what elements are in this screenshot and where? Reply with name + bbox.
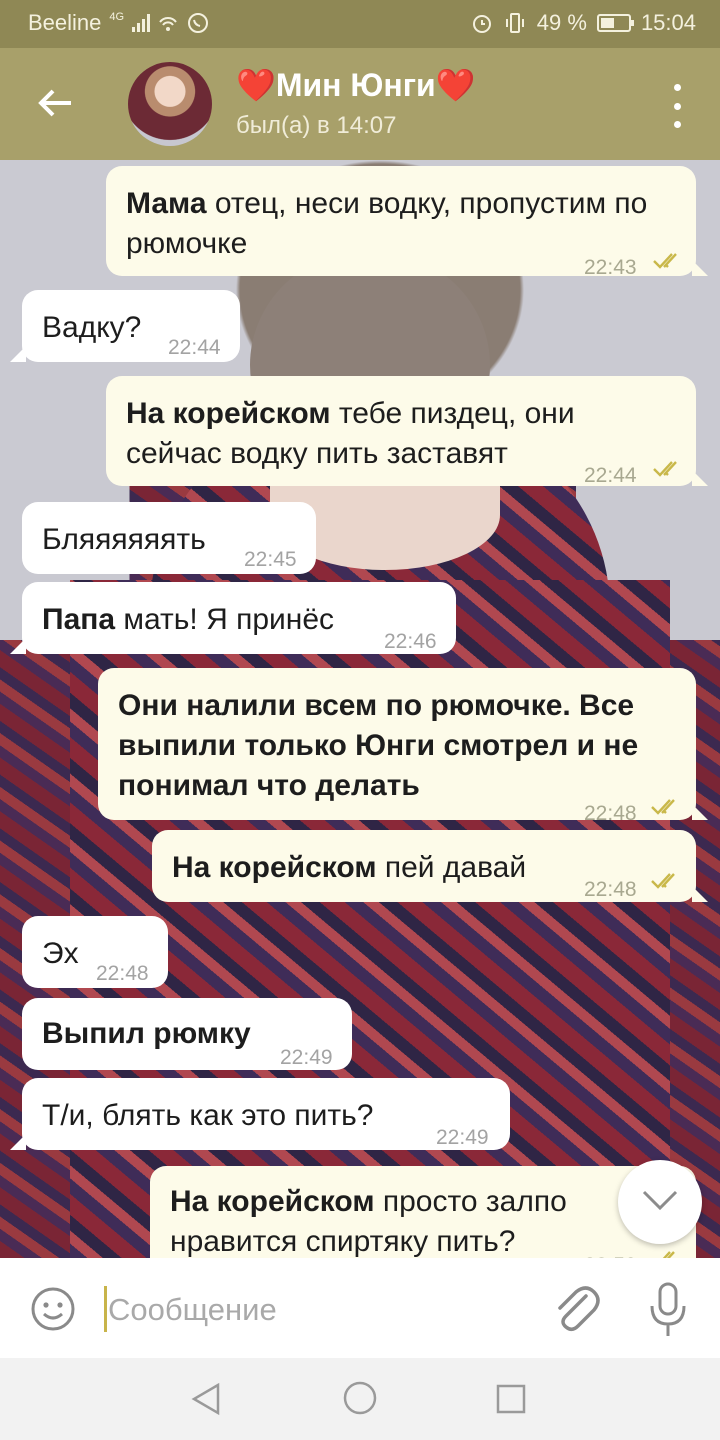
message-bubble-out[interactable]: На корейском просто залпо нравится спирт…	[150, 1166, 696, 1258]
battery-icon	[596, 14, 634, 32]
message-time: 22:43	[584, 256, 637, 279]
avatar[interactable]	[128, 62, 212, 146]
read-check-icon	[652, 460, 686, 478]
message-text: пей давай	[376, 851, 527, 884]
read-check-icon	[650, 872, 684, 890]
battery-percent: 49 %	[536, 10, 587, 35]
chat-area[interactable]: Мама отец, неси водку, пропустим по рюмо…	[0, 160, 720, 1258]
read-check-icon	[650, 1250, 684, 1258]
message-time: 22:48	[96, 962, 149, 985]
message-bold: На корейском	[172, 851, 377, 884]
nav-back-icon[interactable]	[190, 1382, 222, 1416]
whatsapp-icon	[188, 13, 209, 33]
bubble-tail	[10, 346, 26, 362]
message-bold: Они налили всем по рюмочке. Все выпили т…	[118, 689, 639, 802]
message-input-bar	[0, 1258, 720, 1358]
status-bar: Beeline 4G 49 % 15:04	[0, 0, 720, 48]
message-text: мать! Я принёс	[115, 603, 335, 636]
voice-button[interactable]	[646, 1282, 690, 1338]
message-bold: На корейском	[170, 1185, 375, 1218]
wifi-icon	[159, 17, 177, 31]
message-time: 22:48	[584, 878, 637, 901]
message-bold: Выпил рюмку	[42, 1017, 251, 1050]
text-cursor	[104, 1286, 107, 1332]
bubble-tail	[692, 804, 708, 820]
message-bubble-out[interactable]: Мама отец, неси водку, пропустим по рюмо…	[106, 166, 708, 279]
more-vert-icon[interactable]	[670, 84, 684, 128]
bubble-tail	[692, 886, 708, 902]
message-bold: Мама	[126, 187, 207, 220]
message-text: Вадку?	[42, 311, 142, 344]
chat-header: ❤️Мин Юнги❤️ был(а) в 14:07	[0, 48, 720, 160]
bubble-tail	[10, 1134, 26, 1150]
emoji-icon	[31, 1287, 75, 1331]
message-time: 22:48	[584, 802, 637, 825]
message-text: Бляяяяяять	[42, 523, 206, 556]
message-time: 22:49	[280, 1046, 333, 1069]
attach-button[interactable]	[552, 1282, 600, 1334]
message-text: Эх	[42, 937, 79, 970]
vibrate-icon	[505, 13, 524, 33]
nav-recent-apps-icon[interactable]	[496, 1384, 526, 1414]
message-input[interactable]	[108, 1288, 518, 1332]
message-time: 22:44	[168, 336, 221, 359]
message-time: 22:49	[436, 1126, 489, 1149]
chat-title[interactable]: ❤️Мин Юнги❤️	[236, 66, 476, 104]
read-check-icon	[650, 798, 684, 816]
message-field[interactable]	[104, 1286, 524, 1332]
chevron-down-icon	[642, 1190, 678, 1211]
paperclip-icon	[558, 1286, 600, 1331]
message-text: Т/и, блять как это пить?	[42, 1099, 374, 1132]
nav-home-icon[interactable]	[342, 1380, 378, 1416]
bubble-tail	[10, 638, 26, 654]
message-bubble-out[interactable]: На корейском пей давай 22:48	[152, 830, 708, 902]
message-time: 22:44	[584, 464, 637, 487]
message-bold: На корейском	[126, 397, 331, 430]
message-time: 22:50	[584, 1246, 637, 1258]
message-bubble-in[interactable]: Вадку? 22:44	[10, 290, 240, 362]
back-button[interactable]	[30, 78, 80, 128]
message-bubble-in[interactable]: Т/и, блять как это пить? 22:49	[10, 1078, 510, 1150]
message-text: нравится спиртяку пить?	[170, 1225, 516, 1258]
message-bubble-in[interactable]: Бляяяяяять 22:45	[22, 502, 316, 574]
alarm-icon	[472, 15, 491, 33]
message-bubble-in[interactable]: Папа мать! Я принёс 22:46	[10, 582, 456, 654]
message-bubble-in[interactable]: Выпил рюмку 22:49	[22, 998, 352, 1070]
microphone-icon	[650, 1282, 686, 1336]
system-nav-bar	[0, 1358, 720, 1440]
signal-icon	[132, 14, 151, 32]
message-bubble-out[interactable]: На корейском тебе пиздец, они сейчас вод…	[106, 376, 708, 487]
bubble-tail	[692, 260, 708, 276]
message-time: 22:46	[384, 630, 437, 653]
message-text: просто залпо	[374, 1185, 567, 1218]
scroll-down-button[interactable]	[618, 1160, 702, 1244]
emoji-button[interactable]	[30, 1286, 76, 1332]
bubble-tail	[692, 470, 708, 486]
clock: 15:04	[640, 10, 696, 35]
read-check-icon	[652, 252, 686, 270]
network-type: 4G	[109, 11, 125, 23]
battery-fill	[600, 18, 614, 28]
carrier-label: Beeline	[28, 10, 102, 35]
message-bold: Папа	[42, 603, 116, 636]
last-seen-status: был(а) в 14:07	[236, 112, 397, 139]
message-time: 22:45	[244, 548, 297, 571]
message-bubble-in[interactable]: Эх 22:48	[22, 916, 168, 988]
message-bubble-out[interactable]: Они налили всем по рюмочке. Все выпили т…	[98, 668, 708, 825]
arrow-left-icon	[38, 89, 71, 117]
